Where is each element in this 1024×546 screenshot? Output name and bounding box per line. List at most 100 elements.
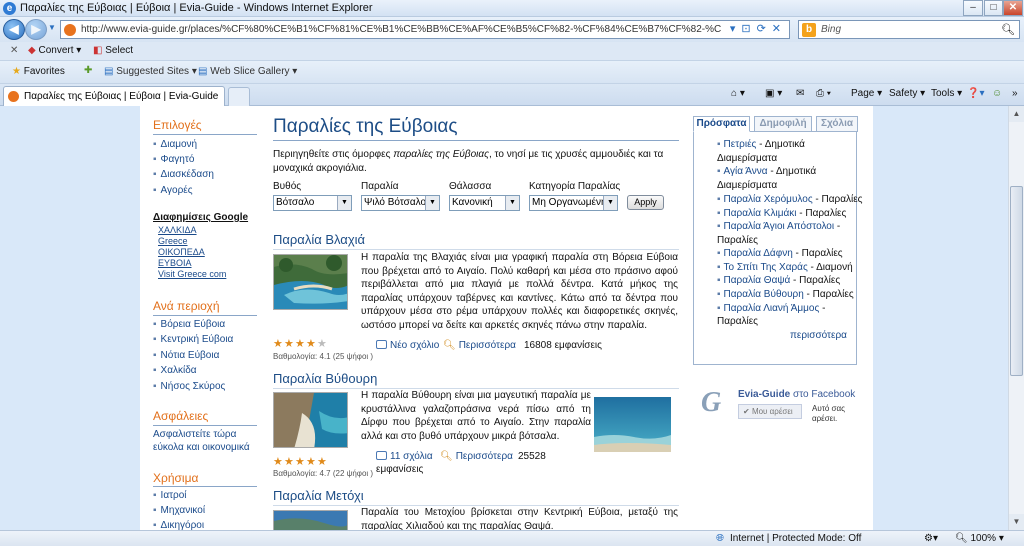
tab-comments[interactable]: Σχόλια	[816, 116, 858, 132]
zoom-control[interactable]: 🔍︎ 100% ▾	[955, 533, 1004, 544]
scroll-up-icon[interactable]: ▲	[1009, 106, 1024, 122]
maximize-button[interactable]: □	[984, 0, 1003, 16]
search-box[interactable]: b Bing 🔍︎	[798, 20, 1020, 39]
nav-accommodation[interactable]: ▪ Διαμονή	[153, 139, 197, 150]
ad-link[interactable]: Visit Greece com	[158, 269, 226, 279]
recent-item[interactable]: ▪ Το Σπίτι Της Χαράς - Διαμονή	[717, 262, 853, 273]
favorites-button[interactable]: ★ Favorites	[12, 66, 65, 77]
recent-link[interactable]: Παραλία Λιανή Άμμος	[724, 303, 820, 314]
recent-item[interactable]: ▪ Παραλία Άγιοι Απόστολοι -	[717, 221, 840, 232]
recent-link[interactable]: Παραλία Χερόμυλος	[724, 194, 813, 205]
recent-link[interactable]: Παραλία Κλιμάκι	[724, 208, 797, 219]
nav-entertainment[interactable]: ▪ Διασκέδαση	[153, 169, 214, 180]
insurance-link[interactable]: εύκολα και οικονομικά	[153, 442, 250, 453]
tools-menu[interactable]: Tools ▾	[931, 88, 962, 99]
beach-title[interactable]: Παραλία Βλαχιά	[273, 232, 365, 247]
scroll-down-icon[interactable]: ▼	[1009, 514, 1024, 530]
facebook-like-button[interactable]: ✔ Μου αρέσει	[738, 404, 802, 419]
tab-active[interactable]: Παραλίες της Εύβοιας | Εύβοια | Evia-Gui…	[3, 86, 225, 106]
close-toolbar-icon[interactable]: ✕	[10, 45, 18, 56]
page-menu[interactable]: Page ▾	[851, 88, 882, 99]
ad-link[interactable]: ΕΥΒΟΙΑ	[158, 258, 192, 268]
url-input[interactable]: http://www.evia-guide.gr/places/%CF%80%C…	[81, 24, 721, 35]
beach-select[interactable]: Ψιλό Βότσαλο ▼	[361, 195, 440, 211]
nav-food[interactable]: ▪ Φαγητό	[153, 154, 194, 165]
recent-link[interactable]: Παραλία Άγιοι Απόστολοι	[724, 221, 835, 232]
recent-link[interactable]: Παραλία Βύθουρη	[724, 289, 804, 300]
safety-menu[interactable]: Safety ▾	[889, 88, 925, 99]
recent-item[interactable]: ▪ Παραλία Δάφνη - Παραλίες	[717, 248, 843, 259]
close-window-button[interactable]: ✕	[1003, 0, 1023, 16]
recent-item[interactable]: ▪ Παραλία Βύθουρη - Παραλίες	[717, 289, 854, 300]
comment-link[interactable]: Νέο σχόλιο	[376, 340, 439, 351]
region-central[interactable]: ▪ Κεντρική Εύβοια	[153, 334, 233, 345]
beach-photo[interactable]	[273, 510, 348, 530]
recent-link[interactable]: Αγία Άννα	[724, 166, 768, 177]
suggested-sites-link[interactable]: ▤ Suggested Sites ▾	[104, 66, 197, 77]
recent-item[interactable]: ▪ Παραλία Κλιμάκι - Παραλίες	[717, 208, 846, 219]
facebook-page-link[interactable]: Evia-Guide στο Facebook	[738, 389, 855, 400]
region-north[interactable]: ▪ Βόρεια Εύβοια	[153, 319, 225, 330]
recent-item[interactable]: ▪ Παραλία Θαψά - Παραλίες	[717, 275, 840, 286]
forward-button[interactable]: ▶	[25, 19, 47, 40]
feeds-icon[interactable]: ▣ ▾	[765, 88, 782, 99]
recent-link[interactable]: Το Σπίτι Της Χαράς	[724, 262, 808, 273]
recent-item[interactable]: ▪ Παραλία Χερόμυλος - Παραλίες	[717, 194, 863, 205]
more-link[interactable]: 🔍︎ Περισσότερα	[443, 340, 516, 351]
rating-stars[interactable]: ★★★★★	[273, 338, 328, 350]
ad-link[interactable]: ΧΑΛΚΙΔΑ	[158, 225, 197, 235]
messenger-icon[interactable]: ☺	[992, 88, 1002, 99]
tab-recent[interactable]: Πρόσφατα	[693, 116, 750, 132]
zone-status[interactable]: Internet | Protected Mode: Off	[730, 533, 861, 544]
region-south[interactable]: ▪ Νότια Εύβοια	[153, 350, 219, 361]
more-link[interactable]: 🔍︎ Περισσότερα	[440, 451, 513, 462]
recent-link[interactable]: Παραλία Θαψά	[724, 275, 791, 286]
ad-link[interactable]: Greece	[158, 236, 188, 246]
rating-stars[interactable]: ★★★★★	[273, 456, 328, 468]
recent-link[interactable]: Πετριές	[724, 139, 757, 150]
search-input[interactable]: Bing	[821, 24, 841, 35]
sea-photo[interactable]	[594, 397, 671, 452]
address-bar[interactable]: http://www.evia-guide.gr/places/%CF%80%C…	[60, 20, 790, 39]
region-chalkida[interactable]: ▪ Χαλκίδα	[153, 365, 197, 376]
ad-link[interactable]: ΟΙΚΟΠΕΔΑ	[158, 247, 205, 257]
convert-button[interactable]: ◆ Convert ▾	[28, 45, 81, 56]
seabed-select[interactable]: Βότσαλο ▼	[273, 195, 352, 211]
mail-icon[interactable]: ✉	[796, 88, 804, 99]
address-bar-buttons[interactable]: ▾⊡⟳✕	[730, 22, 787, 35]
beach-title[interactable]: Παραλία Μετόχι	[273, 488, 364, 503]
more-tools-icon[interactable]: »	[1012, 88, 1018, 99]
protected-mode-icon[interactable]: ⚙▾	[924, 533, 938, 544]
recent-item[interactable]: ▪ Πετριές - Δημοτικά	[717, 139, 805, 150]
apply-button[interactable]: Apply	[627, 195, 664, 210]
comment-link[interactable]: 11 σχόλια	[376, 451, 433, 462]
useful-lawyers[interactable]: ▪ Δικηγόροι	[153, 520, 204, 530]
google-ads-heading[interactable]: Διαφημίσεις Google	[153, 212, 248, 223]
add-favorite-icon[interactable]: ✚	[84, 65, 92, 76]
beach-photo[interactable]	[273, 254, 348, 310]
search-icon[interactable]: 🔍︎	[1001, 23, 1015, 36]
recent-item[interactable]: ▪ Παραλία Λιανή Άμμος -	[717, 303, 825, 314]
region-skyros[interactable]: ▪ Νήσος Σκύρος	[153, 381, 225, 392]
beach-title[interactable]: Παραλία Βύθουρη	[273, 371, 377, 386]
nav-shopping[interactable]: ▪ Αγορές	[153, 185, 193, 196]
beach-photo[interactable]	[273, 392, 348, 448]
help-icon[interactable]: ❓▾	[967, 88, 984, 99]
tab-popular[interactable]: Δημοφιλή	[754, 116, 812, 132]
select-button[interactable]: ◧ Select	[93, 45, 133, 56]
more-recent-link[interactable]: περισσότερα	[790, 330, 847, 341]
useful-engineers[interactable]: ▪ Μηχανικοί	[153, 505, 205, 516]
recent-pages-chevron-icon[interactable]: ▼	[48, 23, 56, 32]
category-select[interactable]: Μη Οργανωμένη ▼	[529, 195, 618, 211]
home-icon[interactable]: ⌂ ▾	[731, 88, 745, 99]
vertical-scrollbar[interactable]: ▲ ▼	[1008, 106, 1024, 530]
minimize-button[interactable]: –	[963, 0, 983, 16]
web-slice-gallery-link[interactable]: ▤ Web Slice Gallery ▾	[198, 66, 297, 77]
recent-item[interactable]: ▪ Αγία Άννα - Δημοτικά	[717, 166, 816, 177]
recent-link[interactable]: Παραλία Δάφνη	[724, 248, 793, 259]
print-icon[interactable]: ⎙ ▾	[816, 88, 831, 99]
back-button[interactable]: ◀	[3, 19, 25, 40]
scroll-thumb[interactable]	[1010, 186, 1023, 376]
new-tab-button[interactable]	[228, 87, 250, 106]
sea-select[interactable]: Κανονική ▼	[449, 195, 520, 211]
